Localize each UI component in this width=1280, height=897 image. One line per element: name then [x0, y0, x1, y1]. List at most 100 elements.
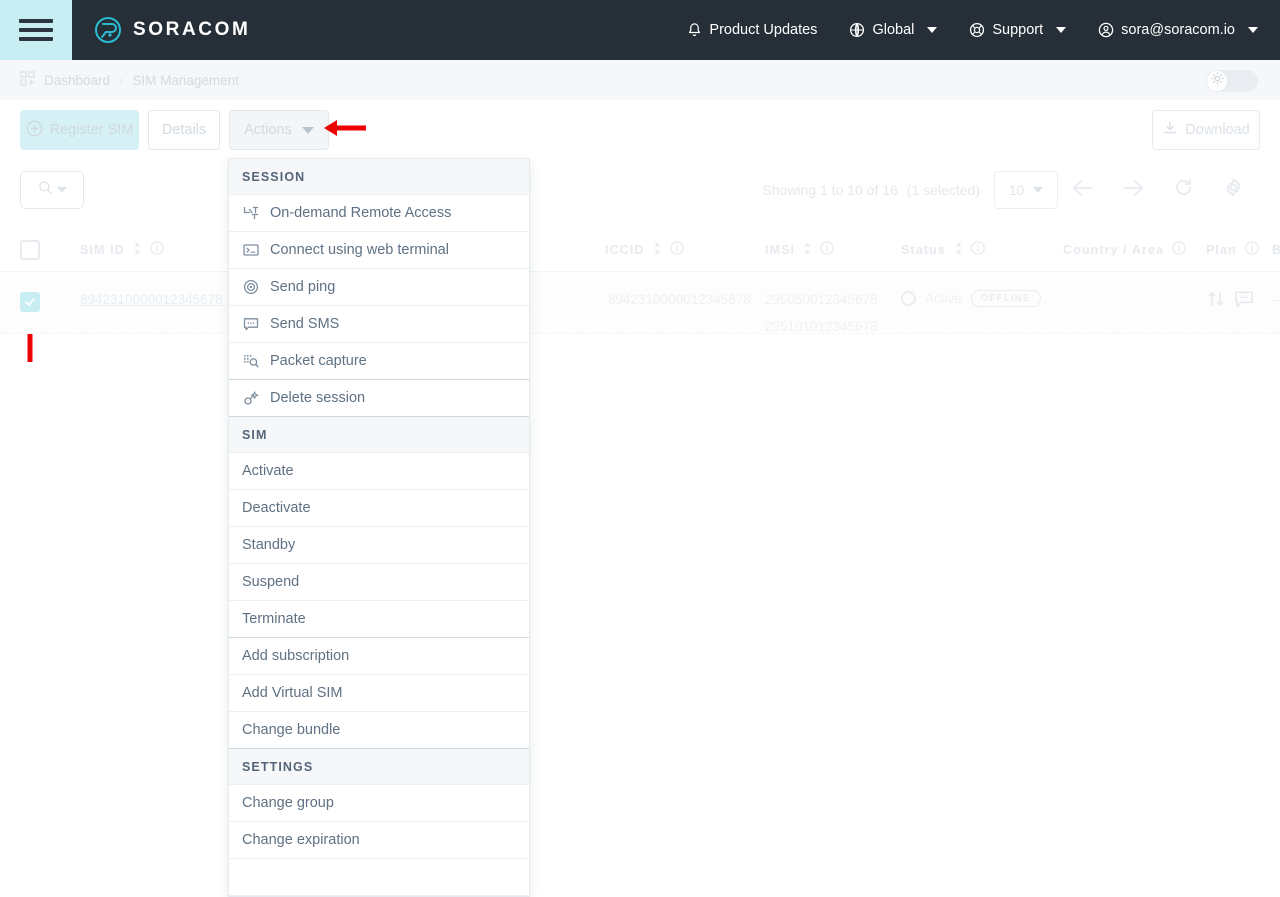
arrow-left-icon [1072, 179, 1094, 202]
select-all-checkbox[interactable] [20, 240, 40, 260]
sort-icon[interactable] [954, 242, 963, 258]
menu-item-send-ping[interactable]: Send ping [229, 269, 529, 306]
transfer-arrows-icon[interactable] [1207, 296, 1231, 311]
session-status-badge: OFFLINE [971, 290, 1041, 307]
status-label: Active [925, 291, 962, 306]
bell-icon [687, 22, 702, 38]
menu-section-header-sim: SIM [229, 417, 529, 453]
table-row[interactable]: 8942310000012345678 8942310000012345678 … [0, 272, 1280, 334]
column-header-sim-id[interactable]: SIM ID [80, 241, 164, 258]
cell-imsi-secondary: 295101012345678 [765, 319, 878, 334]
column-label: B [1272, 243, 1280, 257]
page-size-select[interactable]: 10 [994, 171, 1058, 209]
info-icon[interactable] [820, 241, 834, 258]
menu-item-label: Standby [242, 537, 295, 553]
menu-item-partial-below-fold[interactable] [229, 859, 529, 896]
menu-item-label: On-demand Remote Access [270, 205, 451, 221]
menu-item-change-bundle[interactable]: Change bundle [229, 712, 529, 749]
info-icon[interactable] [1245, 241, 1259, 258]
menu-item-change-expiration[interactable]: Change expiration [229, 822, 529, 859]
cell-status: Active OFFLINE [901, 290, 1041, 307]
menu-item-suspend[interactable]: Suspend [229, 564, 529, 601]
column-header-imsi[interactable]: IMSI [765, 241, 834, 258]
comment-icon[interactable] [1234, 296, 1254, 311]
menu-item-add-subscription[interactable]: Add subscription [229, 638, 529, 675]
theme-toggle[interactable] [1206, 70, 1258, 92]
search-filter-button[interactable] [20, 171, 84, 209]
column-label: SIM ID [80, 243, 125, 257]
refresh-button[interactable] [1158, 171, 1208, 209]
nav-support[interactable]: Support [953, 22, 1082, 38]
chevron-down-icon [927, 27, 937, 33]
globe-icon [849, 22, 865, 38]
nav-user-account[interactable]: sora@soracom.io [1082, 22, 1280, 38]
download-button[interactable]: Download [1152, 110, 1260, 150]
soracom-logo-icon [94, 16, 122, 44]
showing-range-text: Showing 1 to 10 of 16 [762, 182, 897, 198]
terminal-icon [242, 241, 260, 259]
table-header-row: SIM ID ICCID IMSI Status Country / Area … [0, 228, 1280, 272]
nav-global[interactable]: Global [833, 22, 953, 38]
hamburger-menu-button[interactable] [0, 0, 72, 60]
sim-table: SIM ID ICCID IMSI Status Country / Area … [0, 228, 1280, 334]
column-header-bundle[interactable]: B [1272, 243, 1280, 257]
menu-item-delete-session[interactable]: Delete session [229, 380, 529, 417]
brand-logo-group[interactable]: SORACOM [94, 16, 250, 44]
menu-item-activate[interactable]: Activate [229, 453, 529, 490]
sort-icon[interactable] [653, 242, 662, 258]
menu-item-on-demand-remote-access[interactable]: On-demand Remote Access [229, 195, 529, 232]
menu-item-send-sms[interactable]: Send SMS [229, 306, 529, 343]
arrow-pointing-to-actions [322, 116, 368, 145]
chevron-down-icon [1248, 27, 1258, 33]
menu-item-add-virtual-sim[interactable]: Add Virtual SIM [229, 675, 529, 712]
top-nav-items: Product Updates Global Support sora@sora… [671, 0, 1280, 60]
next-page-button[interactable] [1108, 171, 1158, 209]
nav-user-email: sora@soracom.io [1121, 22, 1235, 38]
cell-imsi-primary: 295050012345678 [765, 292, 878, 307]
menu-item-standby[interactable]: Standby [229, 527, 529, 564]
details-button[interactable]: Details [148, 110, 220, 150]
menu-item-terminate[interactable]: Terminate [229, 601, 529, 638]
column-label: Plan [1206, 243, 1237, 257]
column-label: ICCID [605, 243, 645, 257]
info-icon[interactable] [670, 241, 684, 258]
sort-icon[interactable] [133, 242, 142, 258]
info-icon[interactable] [971, 241, 985, 258]
menu-item-change-group[interactable]: Change group [229, 785, 529, 822]
actions-button[interactable]: Actions [229, 110, 329, 150]
breadcrumb: Dashboard › SIM Management [20, 71, 239, 89]
menu-item-label: Connect using web terminal [270, 242, 449, 258]
nav-support-label: Support [992, 22, 1043, 38]
refresh-icon [1174, 178, 1193, 202]
column-header-status[interactable]: Status [901, 241, 985, 258]
breadcrumb-dashboard-link[interactable]: Dashboard [44, 73, 110, 88]
menu-item-packet-capture[interactable]: Packet capture [229, 343, 529, 380]
chevron-down-icon [302, 127, 314, 134]
search-icon [38, 180, 53, 200]
cell-sim-id[interactable]: 8942310000012345678 [80, 292, 223, 307]
column-header-plan[interactable]: Plan [1206, 241, 1259, 258]
menu-item-connect-using-web-terminal[interactable]: Connect using web terminal [229, 232, 529, 269]
column-header-country-area[interactable]: Country / Area [1063, 241, 1186, 258]
column-header-iccid[interactable]: ICCID [605, 241, 684, 258]
hamburger-icon [19, 19, 53, 41]
info-icon[interactable] [1172, 241, 1186, 258]
menu-item-label: Change bundle [242, 722, 340, 738]
actions-label: Actions [244, 122, 292, 138]
breadcrumb-separator: › [119, 73, 123, 88]
sort-icon[interactable] [803, 242, 812, 258]
arrow-right-icon [1122, 179, 1144, 202]
register-sim-button[interactable]: Register SIM [20, 110, 139, 150]
table-settings-button[interactable] [1208, 171, 1258, 209]
menu-item-deactivate[interactable]: Deactivate [229, 490, 529, 527]
info-icon[interactable] [150, 241, 164, 258]
lifebuoy-icon [969, 22, 985, 38]
chevron-down-icon [1056, 27, 1066, 33]
pagination-controls: Showing 1 to 10 of 16 (1 selected) 10 [762, 170, 1258, 210]
row-select-checkbox[interactable] [20, 292, 40, 312]
menu-item-label: Change group [242, 795, 334, 811]
status-dot-icon [901, 291, 916, 306]
previous-page-button[interactable] [1058, 171, 1108, 209]
theme-toggle-knob [1207, 71, 1227, 91]
nav-product-updates[interactable]: Product Updates [671, 22, 833, 38]
